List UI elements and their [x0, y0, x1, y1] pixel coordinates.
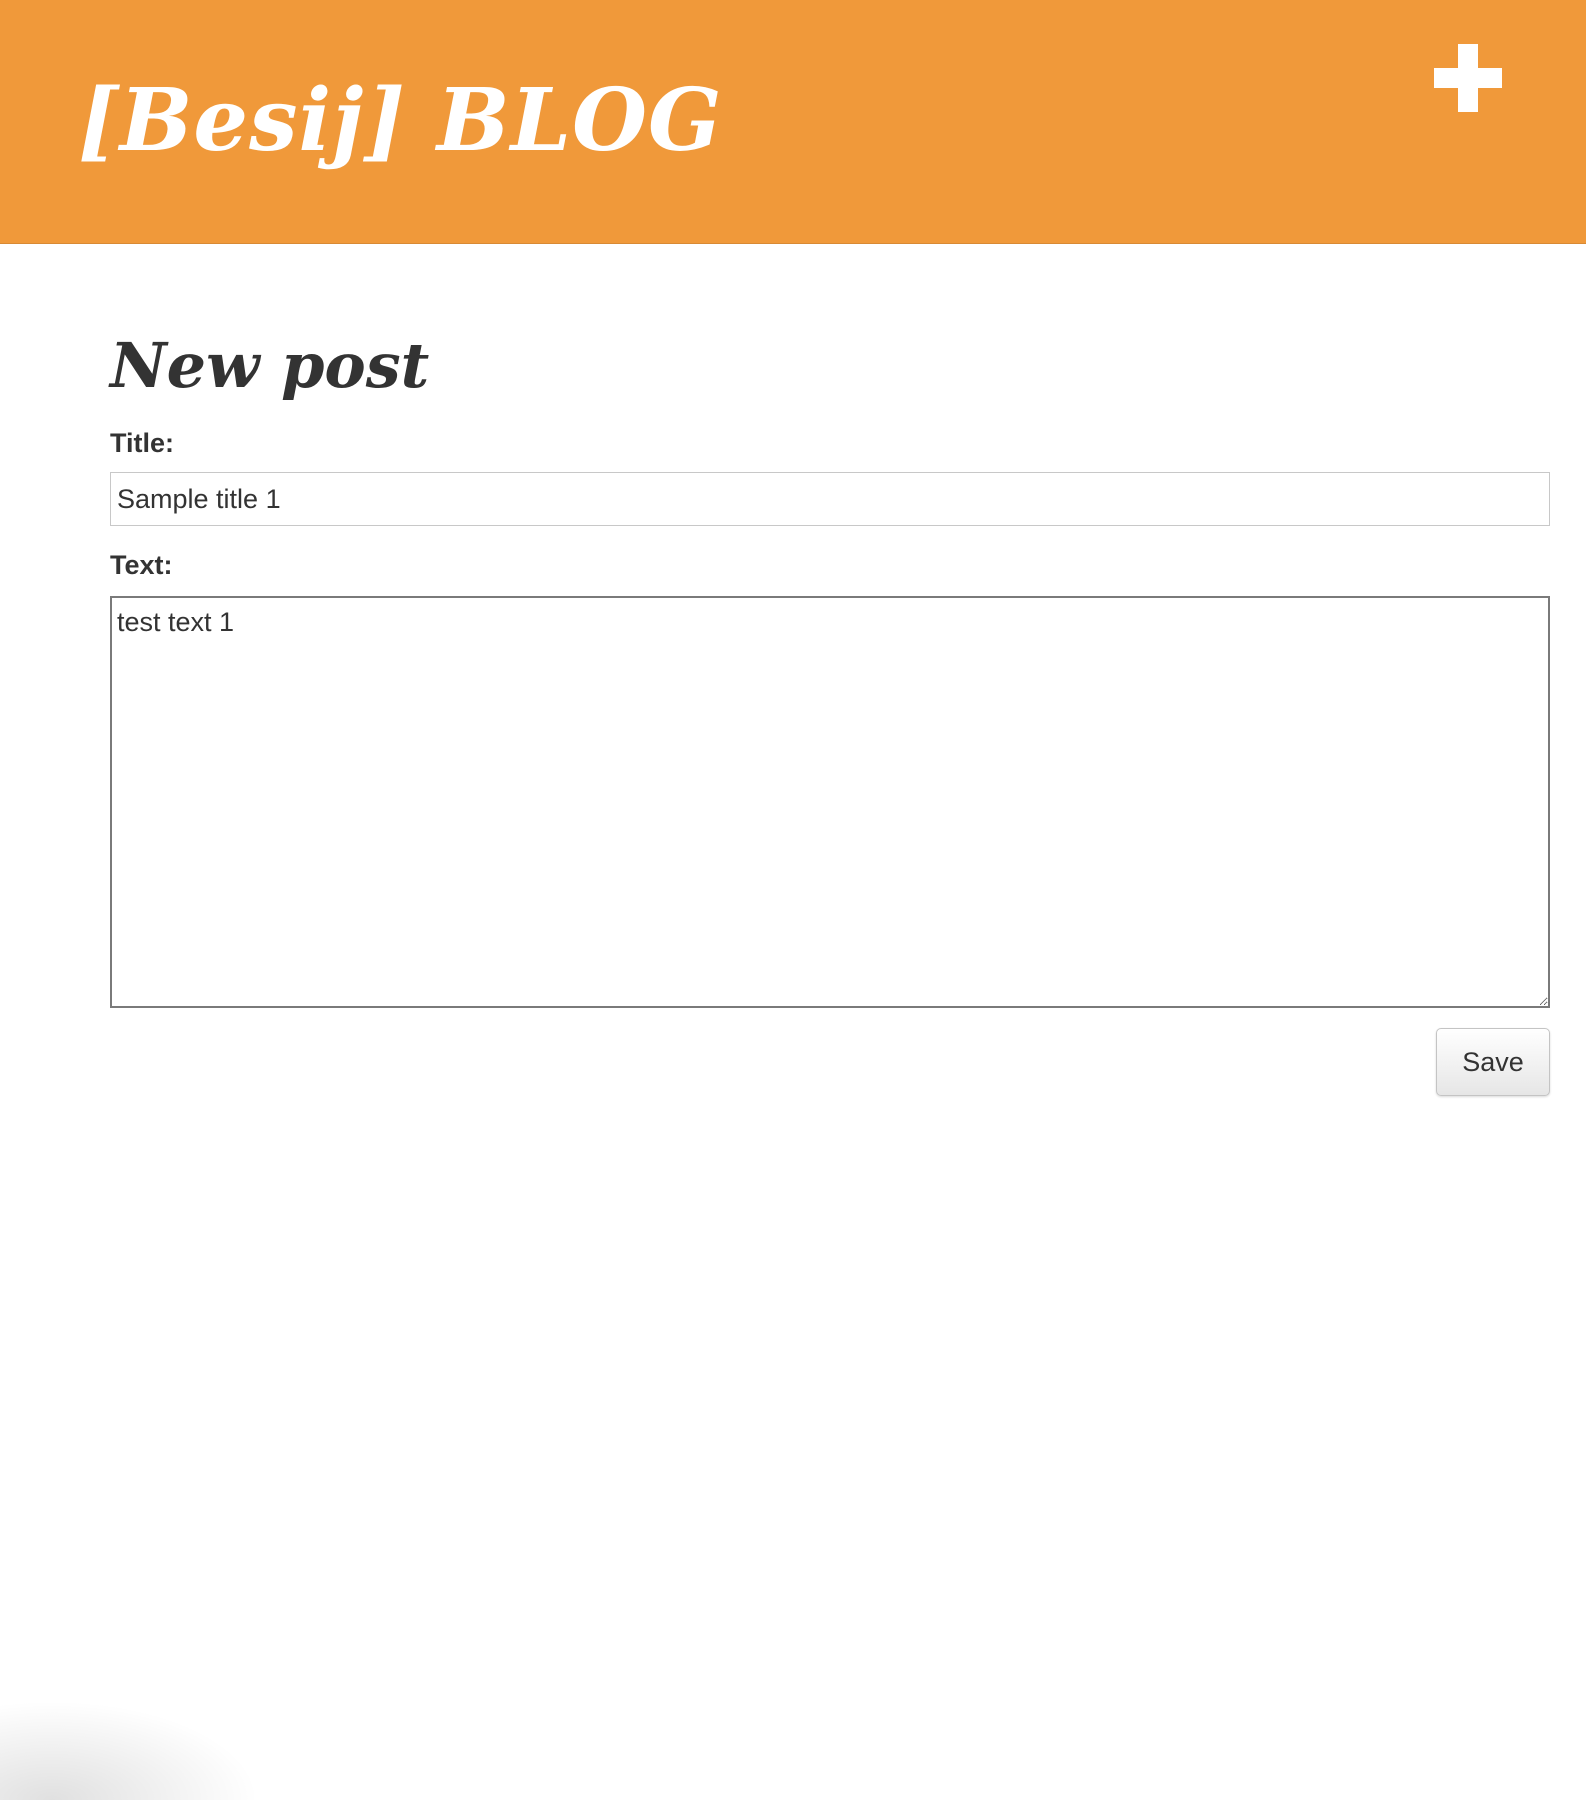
- text-area[interactable]: test text 1: [110, 596, 1550, 1008]
- plus-icon-vertical-bar: [1458, 44, 1478, 112]
- add-post-button[interactable]: [1434, 44, 1502, 112]
- blog-title[interactable]: [Besij] BLOG: [78, 78, 722, 164]
- page-title: New post: [110, 329, 430, 402]
- title-label: Title:: [110, 428, 175, 458]
- page-header: [Besij] BLOG: [0, 0, 1586, 244]
- save-button[interactable]: Save: [1436, 1028, 1550, 1096]
- text-label: Text:: [110, 550, 173, 580]
- corner-shadow: [0, 1700, 260, 1800]
- title-input[interactable]: [110, 472, 1550, 526]
